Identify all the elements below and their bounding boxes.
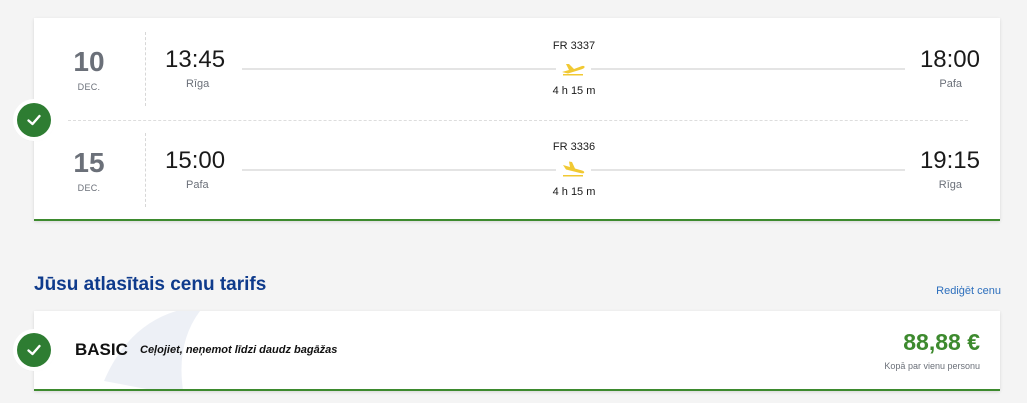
flight-number: FR 3336 xyxy=(552,141,596,153)
flight-month: DEC. xyxy=(77,82,101,92)
arrival-city: Pafa xyxy=(939,78,962,90)
fare-name: BASIC xyxy=(75,340,128,359)
route-line xyxy=(591,169,905,171)
departure-time: 15:00 xyxy=(165,147,226,174)
departure-time: 13:45 xyxy=(165,46,226,73)
departure-city: Pafa xyxy=(186,179,209,191)
flight-day: 15 xyxy=(73,147,105,178)
selected-fare-card: BASIC Ceļojiet, neņemot līdzi daudz bagā… xyxy=(34,311,1000,391)
flight-day: 10 xyxy=(73,46,105,77)
flight-row-return: 15 DEC. 15:00 Pafa FR 3336 4 h 15 m 19:1… xyxy=(34,131,1000,221)
plane-takeoff-icon xyxy=(562,64,585,76)
route-line xyxy=(242,169,556,171)
arrival-time: 19:15 xyxy=(919,147,980,174)
departure-city: Rīga xyxy=(186,78,210,90)
flight-summary-card: 10 DEC. 13:45 Rīga FR 3337 4 h 15 m 18:0… xyxy=(34,18,1000,221)
edit-fare-link[interactable]: Rediģēt cenu xyxy=(936,285,1001,297)
flight-date: 10 DEC. xyxy=(34,30,144,120)
flight-month: DEC. xyxy=(77,183,101,193)
date-divider xyxy=(145,32,146,106)
check-icon xyxy=(17,103,51,137)
flight-date: 15 DEC. xyxy=(34,131,144,221)
fare-price-note: Kopā par vienu personu xyxy=(884,361,980,371)
fare-description: Ceļojiet, neņemot līdzi daudz bagāžas xyxy=(140,344,338,356)
flight-duration: 4 h 15 m xyxy=(552,85,596,97)
arrival-time: 18:00 xyxy=(919,46,980,73)
fare-price: 88,88 € xyxy=(903,329,980,355)
flight-row-outbound: 10 DEC. 13:45 Rīga FR 3337 4 h 15 m 18:0… xyxy=(34,30,1000,120)
route-line xyxy=(242,68,556,70)
flight-number: FR 3337 xyxy=(552,40,596,52)
plane-landing-icon xyxy=(563,161,585,177)
fare-section-title: Jūsu atlasītais cenu tarifs xyxy=(34,274,267,295)
date-divider xyxy=(145,133,146,207)
check-icon xyxy=(17,333,51,367)
arrival-city: Rīga xyxy=(938,179,962,191)
flight-separator xyxy=(68,120,968,121)
route-line xyxy=(591,68,905,70)
flight-duration: 4 h 15 m xyxy=(552,186,596,198)
